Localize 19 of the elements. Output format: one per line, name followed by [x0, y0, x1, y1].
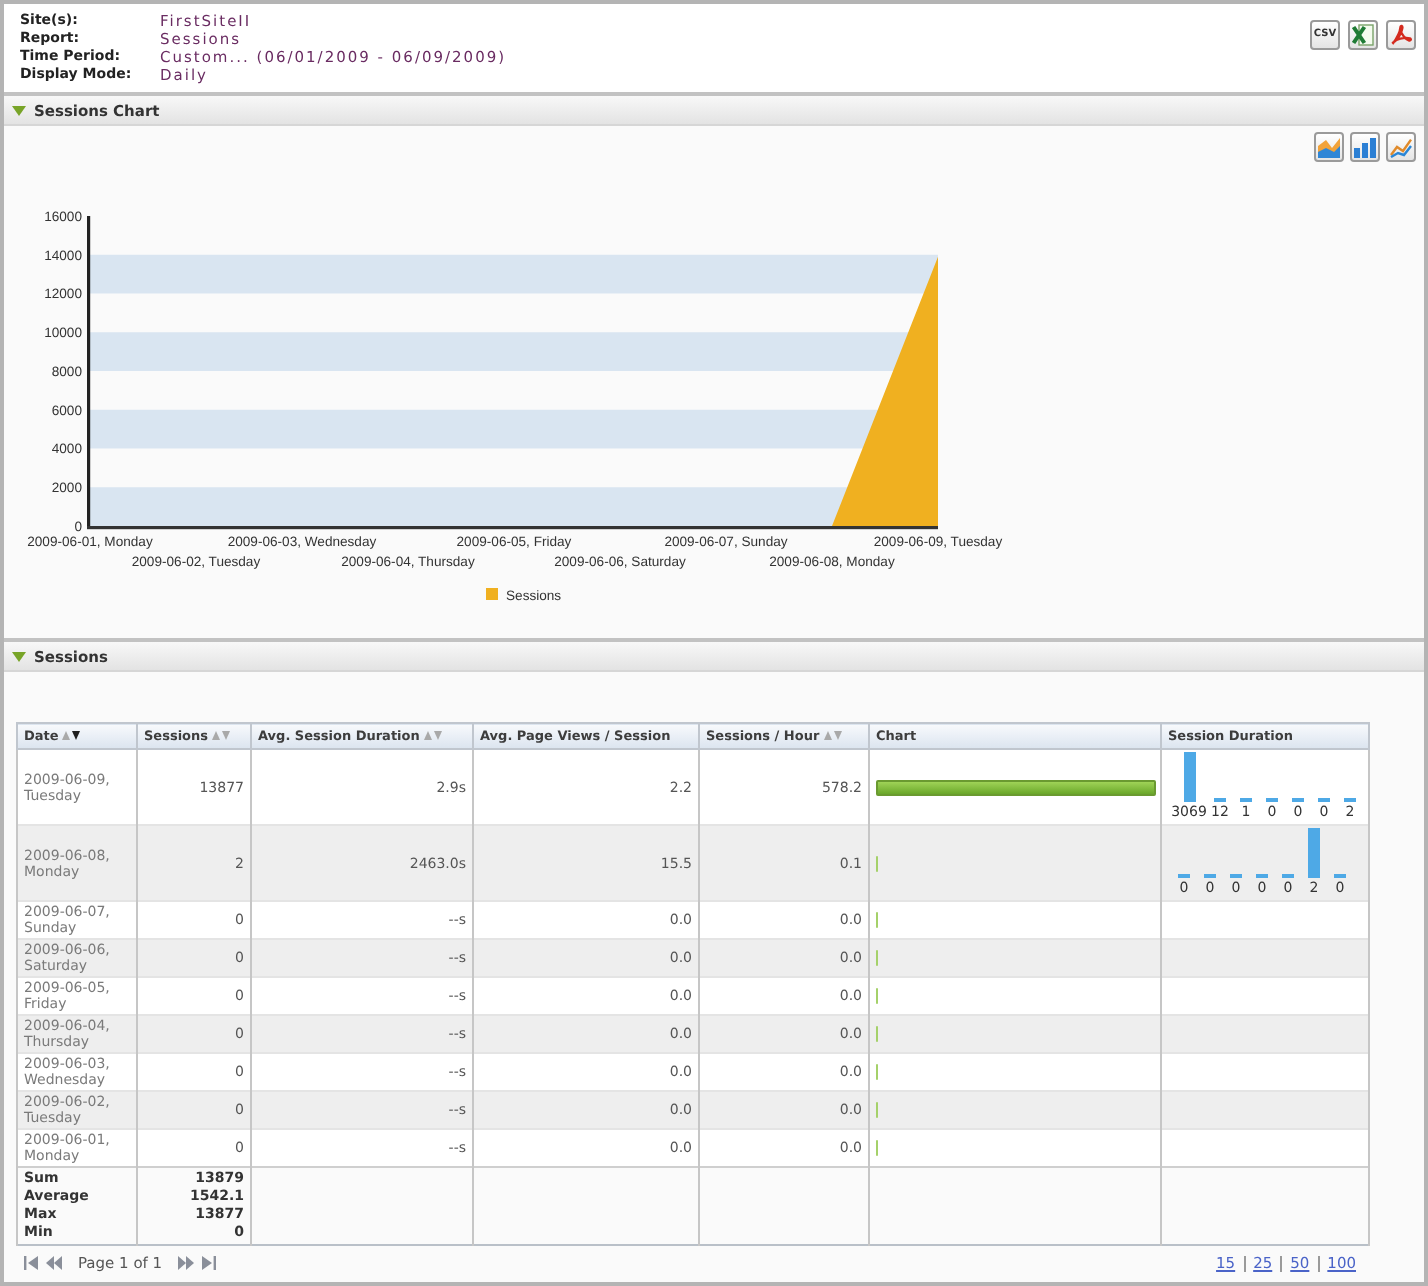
- line-chart-button[interactable]: [1386, 132, 1416, 162]
- caret-icon[interactable]: [12, 103, 26, 117]
- spreadsheet-icon: [1352, 24, 1374, 46]
- area-chart-icon: [1318, 137, 1340, 157]
- histogram-bar: [1183, 752, 1195, 802]
- caret-icon[interactable]: [12, 649, 26, 663]
- bar-chart-button[interactable]: [1350, 132, 1380, 162]
- pdf-icon: [1390, 24, 1412, 46]
- histogram-bar: [1308, 828, 1320, 878]
- line-chart-icon: [1390, 137, 1412, 157]
- next-page-icon[interactable]: [178, 1256, 195, 1270]
- first-page-icon[interactable]: [24, 1256, 38, 1270]
- previous-page-icon[interactable]: [46, 1256, 62, 1270]
- bar-chart-icon: [1354, 137, 1376, 157]
- area-chart-button[interactable]: [1314, 132, 1344, 162]
- last-page-icon[interactable]: [202, 1256, 217, 1270]
- pdf-export-button[interactable]: [1386, 20, 1416, 50]
- spreadsheet-export-button[interactable]: [1348, 20, 1378, 50]
- sort-arrows-icon[interactable]: [62, 730, 81, 741]
